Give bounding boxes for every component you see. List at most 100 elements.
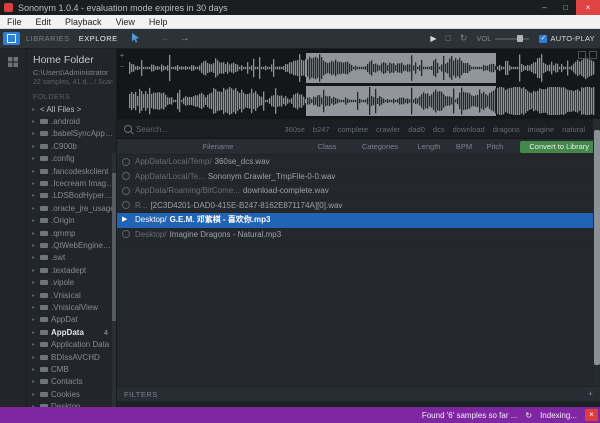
search-tag[interactable]: 360se [284,125,304,134]
folder-item[interactable]: ▸.LDSBodHypervisor... [27,190,116,202]
zoom-out-button[interactable]: − [118,63,126,71]
loop-button[interactable]: ↻ [460,34,468,43]
folder-item[interactable]: ▸Contacts [27,376,116,388]
column-header-class[interactable]: Class [303,142,351,151]
menu-help[interactable]: Help [142,17,175,27]
menu-edit[interactable]: Edit [29,17,59,27]
folder-item[interactable]: ▸.vipole [27,276,116,288]
expand-icon[interactable]: ▸ [32,168,40,175]
tab-explore[interactable]: EXPLORE [79,34,118,43]
sidebar-scrollbar[interactable] [112,153,116,407]
folder-item[interactable]: ▸< All Files > [27,103,116,115]
expand-icon[interactable]: ▸ [32,242,40,249]
maximize-button[interactable]: □ [555,0,576,15]
expand-icon[interactable]: ▸ [32,366,40,373]
folder-item[interactable]: ▸BDIssAVCHD [27,351,116,363]
search-tag[interactable]: natural [562,125,585,134]
back-button[interactable]: ← [161,34,171,44]
add-filter-button[interactable]: + [588,390,593,399]
indexing-close-button[interactable]: × [585,409,598,421]
sample-row[interactable]: R...[2C3D4201-DAD0-415E-B247-8162E871174… [117,199,600,214]
search-tag[interactable]: complete [338,125,368,134]
expand-icon[interactable]: ▸ [32,341,40,348]
play-button[interactable]: ▶ [430,34,436,43]
folder-item[interactable]: ▸.babelSyncAppData [27,128,116,140]
tab-libraries[interactable]: LIBRARIES [26,34,70,43]
expand-icon[interactable]: ▸ [32,329,40,336]
folder-item[interactable]: ▸.VnisicalView [27,301,116,313]
search-tag[interactable]: b247 [313,125,330,134]
waveform-channel-1[interactable] [127,53,597,83]
expand-icon[interactable]: ▸ [32,279,40,286]
sample-row[interactable]: AppData/Roaming/BitCome...download-compl… [117,184,600,199]
expand-icon[interactable]: ▸ [32,155,40,162]
folder-item[interactable]: ▸.QtWebEngineProc... [27,239,116,251]
folder-item[interactable]: ▸.qmmp [27,227,116,239]
play-circle-icon[interactable] [122,187,130,195]
play-circle-icon[interactable] [122,230,130,238]
folder-item[interactable]: ▸.Vnisical [27,289,116,301]
menu-view[interactable]: View [109,17,142,27]
autoplay-checkbox[interactable]: ✓ [539,35,547,43]
menu-file[interactable]: File [0,17,29,27]
folder-item[interactable]: ▸.textadept [27,264,116,276]
folder-item[interactable]: ▸.Icecream Image Re... [27,177,116,189]
minimize-button[interactable]: – [534,0,555,15]
app-logo[interactable] [3,32,20,45]
folder-item[interactable]: ▸CMB [27,363,116,375]
column-header-bpm[interactable]: BPM [449,142,479,151]
column-header-categories[interactable]: Categories [351,142,409,151]
folder-item[interactable]: ▸.fancodeskclient [27,165,116,177]
sample-row[interactable]: ▶Desktop/G.E.M. 邓紫棋 - 喜欢你.mp3 [117,213,600,228]
expand-icon[interactable]: ▸ [32,378,40,385]
column-header-filename[interactable]: Filename [133,142,303,151]
search-tag[interactable]: crawler [376,125,400,134]
search-tag[interactable]: download [453,125,485,134]
waveform-channel-2[interactable] [127,86,597,116]
play-circle-icon[interactable] [122,158,130,166]
search-tag[interactable]: dad0 [408,125,425,134]
volume-slider[interactable] [495,38,529,40]
expand-icon[interactable]: ▸ [32,106,40,113]
column-header-pitch[interactable]: Pitch [479,142,511,151]
expand-icon[interactable]: ▸ [32,192,40,199]
column-header-length[interactable]: Length [409,142,449,151]
waveform-settings-icon[interactable] [589,51,597,59]
sample-row[interactable]: Desktop/Imagine Dragons - Natural.mp3 [117,228,600,243]
folder-item[interactable]: ▸Cookies [27,388,116,400]
folder-item[interactable]: ▸AppData4 [27,326,116,338]
volume-handle[interactable] [517,35,523,42]
forward-button[interactable]: → [180,34,190,44]
home-folder-section[interactable]: Home Folder C:\Users\Administrator 22 sa… [27,49,116,88]
expand-icon[interactable]: ▸ [32,391,40,398]
close-button[interactable]: × [576,0,600,15]
folder-item[interactable]: ▸.C900b [27,140,116,152]
folder-item[interactable]: ▸.swt [27,252,116,264]
expand-icon[interactable]: ▸ [32,217,40,224]
expand-icon[interactable]: ▸ [32,143,40,150]
sample-row[interactable]: AppData/Local/Temp/360se_dcs.wav [117,155,600,170]
search-tag[interactable]: dragons [493,125,520,134]
folder-item[interactable]: ▸Application Data [27,338,116,350]
folder-item[interactable]: ▸.Origin [27,215,116,227]
sidebar-scroll-thumb[interactable] [112,173,116,320]
expand-icon[interactable]: ▸ [32,267,40,274]
expand-icon[interactable]: ▸ [32,118,40,125]
convert-to-library-button[interactable]: Convert to Library [520,141,598,153]
folder-item[interactable]: ▸.oracle_jre_usage [27,202,116,214]
expand-icon[interactable]: ▸ [32,292,40,299]
menu-playback[interactable]: Playback [58,17,109,27]
expand-icon[interactable]: ▸ [32,354,40,361]
expand-icon[interactable]: ▸ [32,180,40,187]
expand-icon[interactable]: ▸ [32,304,40,311]
expand-icon[interactable]: ▸ [32,254,40,261]
play-circle-icon[interactable] [122,201,130,209]
folder-item[interactable]: ▸Desktop [27,400,116,407]
play-circle-icon[interactable] [122,172,130,180]
zoom-in-button[interactable]: + [118,52,126,60]
expand-icon[interactable]: ▸ [32,205,40,212]
expand-icon[interactable]: ▸ [32,230,40,237]
expand-icon[interactable]: ▸ [32,316,40,323]
main-scroll-thumb[interactable] [594,130,600,365]
grid-view-icon[interactable] [8,54,18,72]
